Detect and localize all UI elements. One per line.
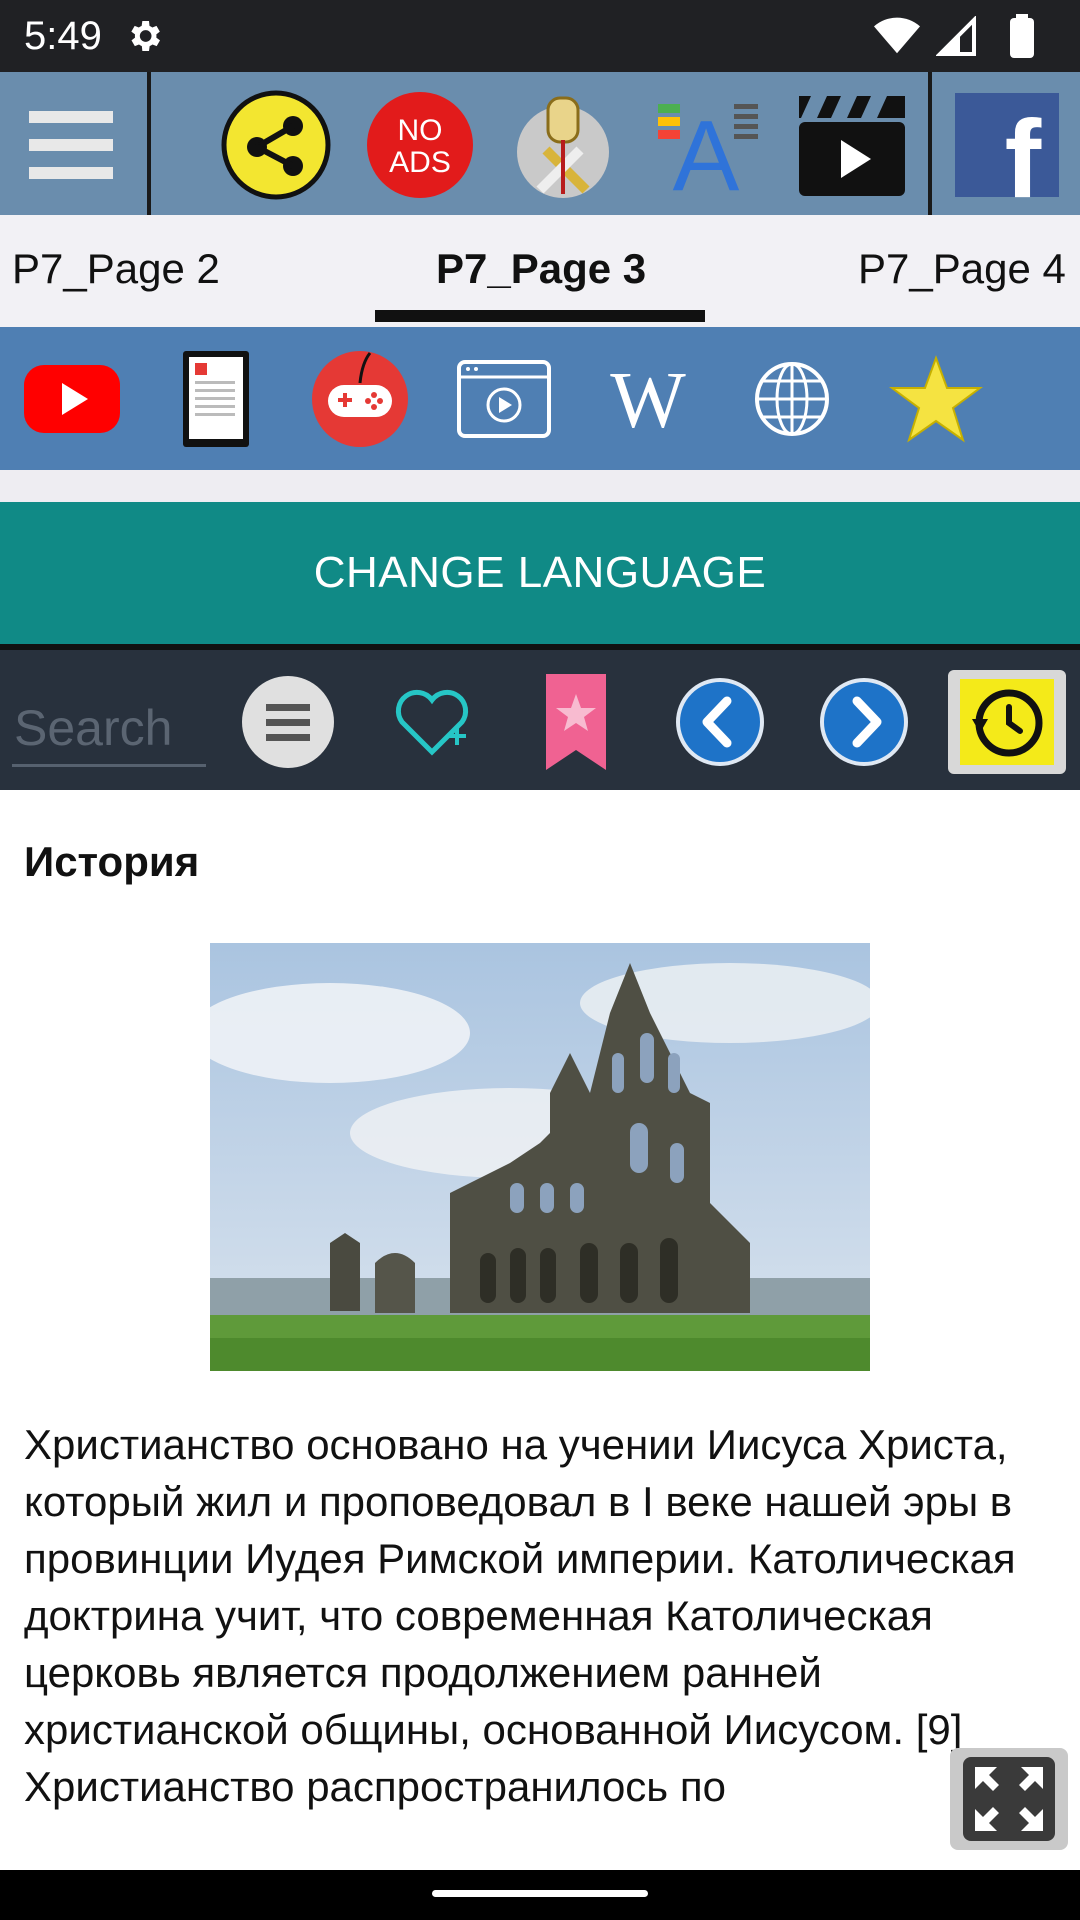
youtube-icon[interactable] bbox=[22, 349, 122, 449]
system-nav-bar bbox=[0, 1870, 1080, 1920]
tab-p7-page-4[interactable]: P7_Page 4 bbox=[858, 245, 1066, 293]
svg-text:W: W bbox=[610, 357, 686, 445]
facebook-icon[interactable]: f bbox=[952, 90, 1062, 200]
search-bar bbox=[0, 650, 1080, 790]
font-size-icon[interactable]: A bbox=[654, 90, 764, 200]
home-gesture-handle[interactable] bbox=[432, 1890, 648, 1897]
bookmark-icon[interactable] bbox=[526, 672, 626, 772]
article-heading: История bbox=[24, 838, 200, 885]
battery-icon bbox=[1010, 14, 1034, 58]
svg-text:f: f bbox=[1005, 98, 1042, 199]
tab-p7-page-2[interactable]: P7_Page 2 bbox=[12, 245, 220, 293]
svg-text:NO: NO bbox=[398, 114, 443, 147]
menu-icon[interactable] bbox=[16, 90, 126, 200]
change-language-button[interactable]: CHANGE LANGUAGE bbox=[0, 502, 1080, 644]
icon-bar: W bbox=[0, 327, 1080, 470]
previous-icon[interactable] bbox=[670, 672, 770, 772]
article-paragraph: Христианство основано на учении Иисуса Х… bbox=[24, 1421, 1016, 1810]
cell-signal-icon bbox=[936, 16, 976, 56]
active-tab-indicator bbox=[375, 310, 705, 322]
toolbar-divider bbox=[147, 72, 151, 215]
tab-p7-page-3[interactable]: P7_Page 3 bbox=[436, 245, 646, 293]
status-bar: 5:49 bbox=[0, 0, 1080, 72]
vatican-emblem-icon[interactable] bbox=[508, 90, 618, 200]
video-clapper-icon[interactable] bbox=[797, 90, 907, 200]
abbey-ruins-photo bbox=[210, 943, 870, 1371]
toolbar-divider bbox=[928, 72, 932, 215]
globe-icon[interactable] bbox=[742, 349, 842, 449]
status-time: 5:49 bbox=[24, 14, 102, 58]
share-icon[interactable] bbox=[221, 90, 331, 200]
top-toolbar: NO ADS A f bbox=[0, 72, 1080, 215]
star-icon[interactable] bbox=[886, 349, 986, 449]
wikipedia-icon[interactable]: W bbox=[598, 349, 698, 449]
gamepad-icon[interactable] bbox=[310, 349, 410, 449]
no-ads-icon[interactable]: NO ADS bbox=[365, 90, 475, 200]
spacer bbox=[0, 470, 1080, 502]
svg-text:A: A bbox=[673, 100, 740, 200]
add-favorite-icon[interactable] bbox=[382, 672, 482, 772]
history-icon[interactable] bbox=[948, 670, 1066, 774]
settings-gear-icon bbox=[131, 21, 160, 51]
search-input[interactable] bbox=[12, 692, 206, 767]
fullscreen-button[interactable] bbox=[950, 1748, 1068, 1850]
video-player-icon[interactable] bbox=[454, 349, 554, 449]
next-icon[interactable] bbox=[814, 672, 914, 772]
expand-icon bbox=[963, 1757, 1055, 1841]
article-content: История Христианство основано на учении … bbox=[0, 790, 1080, 1870]
ebook-icon[interactable] bbox=[166, 349, 266, 449]
svg-text:ADS: ADS bbox=[389, 146, 451, 179]
list-menu-icon[interactable] bbox=[238, 672, 338, 772]
wifi-icon bbox=[874, 17, 920, 54]
